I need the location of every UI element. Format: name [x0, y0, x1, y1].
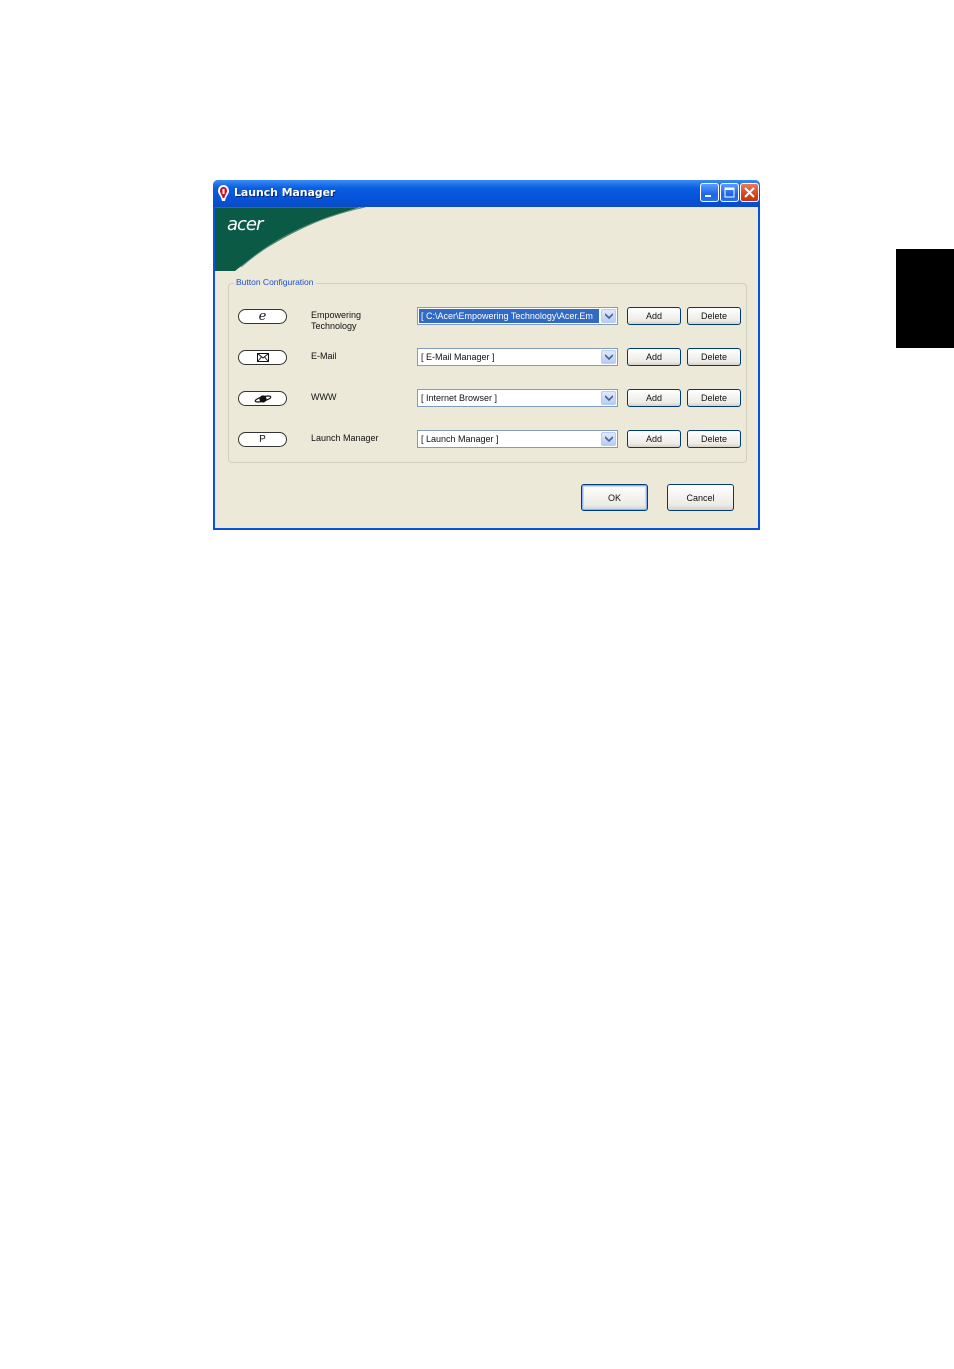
app-path-combo[interactable]: [ Internet Browser ] [417, 389, 618, 407]
p-key-button[interactable]: P [238, 432, 287, 447]
group-label: Button Configuration [234, 277, 316, 287]
delete-button[interactable]: Delete [687, 389, 741, 407]
maximize-icon [724, 187, 735, 198]
combo-dropdown-button[interactable] [601, 432, 616, 446]
window-title: Launch Manager [234, 186, 336, 199]
app-path-combo[interactable]: [ E-Mail Manager ] [417, 348, 618, 366]
chevron-down-icon [605, 395, 613, 402]
email-key-button[interactable] [238, 350, 287, 365]
combo-dropdown-button[interactable] [601, 309, 616, 323]
close-icon [744, 187, 755, 198]
row-label-line2: Technology [311, 321, 357, 331]
launch-manager-window: Launch Manager acer Button Configuration [213, 180, 760, 530]
delete-button[interactable]: Delete [687, 430, 741, 448]
chapter-tab-marker [896, 249, 954, 348]
acer-banner: acer [215, 207, 758, 271]
add-button[interactable]: Add [627, 430, 681, 448]
cancel-button[interactable]: Cancel [667, 484, 734, 511]
title-bar[interactable]: Launch Manager [213, 180, 760, 207]
ok-button[interactable]: OK [581, 484, 648, 511]
chevron-down-icon [605, 313, 613, 320]
minimize-button[interactable] [700, 183, 719, 202]
delete-button[interactable]: Delete [687, 348, 741, 366]
dialog-client-area: acer Button Configuration e Empowering T… [215, 207, 758, 528]
www-key-button[interactable] [238, 391, 287, 406]
empowering-key-button[interactable]: e [238, 309, 287, 324]
config-row-launch-manager: P Launch Manager [ Launch Manager ] Add … [229, 429, 748, 453]
button-configuration-group: Button Configuration e Empowering Techno… [228, 277, 748, 463]
add-button[interactable]: Add [627, 389, 681, 407]
row-label: E-Mail [311, 351, 337, 361]
row-label: Launch Manager [311, 433, 379, 443]
add-button[interactable]: Add [627, 307, 681, 325]
config-row-www: WWW [ Internet Browser ] Add Delete [229, 388, 748, 412]
row-label: WWW [311, 392, 337, 402]
chevron-down-icon [605, 354, 613, 361]
config-row-empowering: e Empowering Technology [ C:\Acer\Empowe… [229, 306, 748, 332]
add-button[interactable]: Add [627, 348, 681, 366]
p-key-icon: P [259, 434, 266, 445]
delete-button[interactable]: Delete [687, 307, 741, 325]
minimize-icon [705, 195, 711, 197]
row-label-line1: Empowering [311, 310, 362, 320]
combo-value: [ Launch Manager ] [421, 434, 499, 444]
row-label: Empowering Technology [311, 310, 391, 332]
planet-icon [254, 394, 271, 403]
config-row-email: E-Mail [ E-Mail Manager ] Add Delete [229, 347, 748, 371]
combo-dropdown-button[interactable] [601, 391, 616, 405]
app-path-combo[interactable]: [ C:\Acer\Empowering Technology\Acer.Em [417, 307, 618, 325]
combo-value: [ E-Mail Manager ] [421, 352, 495, 362]
ie-e-icon: e [258, 309, 267, 324]
combo-value: [ C:\Acer\Empowering Technology\Acer.Em [419, 309, 599, 323]
close-button[interactable] [740, 183, 759, 202]
combo-dropdown-button[interactable] [601, 350, 616, 364]
app-path-combo[interactable]: [ Launch Manager ] [417, 430, 618, 448]
launch-manager-app-icon [218, 185, 229, 201]
maximize-button[interactable] [720, 183, 739, 202]
combo-value: [ Internet Browser ] [421, 393, 498, 403]
chevron-down-icon [605, 436, 613, 443]
acer-logo: acer [227, 214, 265, 235]
mail-icon [256, 353, 269, 362]
